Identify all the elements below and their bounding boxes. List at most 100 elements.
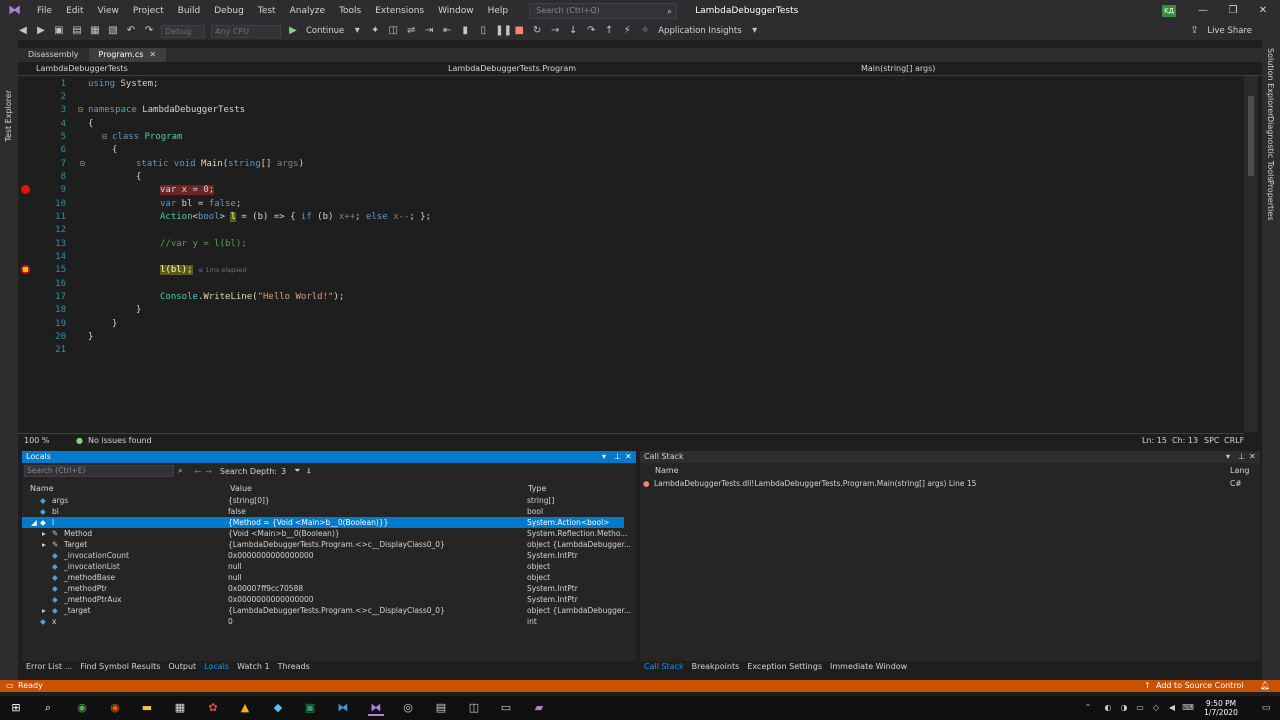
table-row[interactable]: ◆ _methodPtr 0x00007ff9cc70588 System.IntPt… [22, 583, 624, 594]
table-row[interactable]: ◆ args {string[0]} string[] [22, 495, 624, 506]
visual-studio-icon[interactable]: ⧓ [368, 700, 384, 716]
perf-tip[interactable]: ≤ 1ms elapsed [198, 266, 247, 274]
action-center-icon[interactable]: ▭ [1258, 700, 1274, 716]
project-dropdown[interactable]: LambdaDebuggerTests [36, 64, 128, 73]
forward-icon[interactable]: → [205, 467, 212, 476]
app-icon[interactable]: ▤ [433, 700, 449, 716]
menu-help[interactable]: Help [481, 0, 516, 22]
menu-project[interactable]: Project [126, 0, 171, 22]
tab-call-stack[interactable]: Call Stack [640, 660, 688, 674]
configuration-select[interactable]: Debug [161, 24, 205, 38]
current-statement-breakpoint-icon[interactable] [21, 265, 30, 274]
minimize-icon[interactable]: — [1188, 0, 1218, 22]
scrollbar-thumb[interactable] [1248, 96, 1254, 176]
table-row[interactable]: ◆ _methodBase null object [22, 572, 624, 583]
tab-breakpoints[interactable]: Breakpoints [688, 660, 744, 674]
class-dropdown[interactable]: LambdaDebuggerTests.Program [448, 64, 576, 73]
chrome-icon[interactable]: ◉ [74, 700, 90, 716]
language-icon[interactable]: ⌨ [1180, 700, 1196, 716]
search-icon[interactable]: ⌕ [178, 466, 182, 476]
tab-find-symbol-results[interactable]: Find Symbol Results [76, 660, 164, 674]
volume-icon[interactable]: ◀ [1164, 700, 1180, 716]
menu-tools[interactable]: Tools [332, 0, 368, 22]
fold-toggle-icon[interactable]: ⊟ [80, 159, 85, 168]
code-editor[interactable]: 1 2 3 4 5 6 7 8 9 10 11 12 13 14 15 16 1… [18, 76, 1244, 432]
test-explorer-tab[interactable]: Test Explorer [4, 90, 13, 142]
menu-extensions[interactable]: Extensions [368, 0, 431, 22]
calculator-icon[interactable]: ▦ [172, 700, 188, 716]
expand-icon[interactable]: ▸ [42, 528, 46, 539]
locals-search-input[interactable]: Search (Ctrl+E) [24, 465, 174, 477]
continue-button[interactable]: Continue [306, 26, 344, 36]
diagnostic-tools-tab[interactable]: Diagnostic Tools [1266, 116, 1275, 181]
column-name[interactable]: Name [30, 484, 54, 493]
app-icon[interactable]: ▰ [531, 700, 547, 716]
step-into-icon[interactable]: ↓ [567, 25, 579, 37]
window-menu-icon[interactable]: ▾ [602, 451, 606, 463]
app-insights-dropdown-icon[interactable]: ▾ [749, 25, 761, 37]
column-name[interactable]: Name [655, 466, 679, 475]
avatar[interactable]: KД [1162, 5, 1176, 17]
collapse-icon[interactable]: ◢ [31, 517, 37, 528]
issues-status[interactable]: No issues found [88, 436, 152, 445]
app-icon[interactable]: ▲ [237, 700, 253, 716]
network-icon[interactable]: ◇ [1148, 700, 1164, 716]
menu-build[interactable]: Build [171, 0, 208, 22]
application-insights-button[interactable]: Application Insights [658, 26, 741, 36]
add-to-source-control[interactable]: Add to Source Control [1156, 681, 1244, 690]
app-icon[interactable]: ◆ [270, 700, 286, 716]
tab-threads[interactable]: Threads [274, 660, 314, 674]
expand-icon[interactable]: ▸ [42, 605, 46, 616]
properties-tab[interactable]: Properties [1266, 180, 1275, 220]
step-out-icon[interactable]: ↑ [603, 25, 615, 37]
hot-reload-icon[interactable]: ⚡ [621, 25, 633, 37]
restart-icon[interactable]: ↻ [531, 25, 543, 37]
table-row[interactable]: ▸ ◆ _target {LambdaDebuggerTests.Program.<>… [22, 605, 631, 616]
sort-icon[interactable]: ⍋ [306, 466, 311, 476]
redo-icon[interactable]: ↷ [143, 25, 155, 37]
fold-toggle-icon[interactable]: ⊟ [78, 105, 83, 114]
menu-debug[interactable]: Debug [207, 0, 251, 22]
tab-disassembly[interactable]: Disassembly [18, 48, 89, 62]
fold-toggle-icon[interactable]: ⊟ [102, 132, 107, 141]
bookmark-next-icon[interactable]: ▯ [477, 25, 489, 37]
undo-icon[interactable]: ↶ [125, 25, 137, 37]
start-icon[interactable]: ⊞ [8, 700, 24, 716]
show-next-statement-icon[interactable]: → [549, 25, 561, 37]
line-ending-indicator[interactable]: CRLF [1224, 436, 1244, 445]
editor-scrollbar[interactable] [1244, 76, 1258, 432]
screenshot-icon[interactable]: ◫ [387, 25, 399, 37]
table-row[interactable]: ◆ x 0 int [22, 616, 624, 627]
close-icon[interactable]: ✕ [1248, 0, 1278, 22]
step-icon[interactable]: ⇌ [405, 25, 417, 37]
tab-output[interactable]: Output [164, 660, 200, 674]
continue-icon[interactable]: ▶ [287, 25, 299, 37]
save-all-icon[interactable]: ▧ [107, 25, 119, 37]
tab-exception-settings[interactable]: Exception Settings [743, 660, 826, 674]
tray-chevron-icon[interactable]: ⌃ [1080, 700, 1096, 716]
forward-icon[interactable]: ▶ [35, 25, 47, 37]
member-dropdown[interactable]: Main(string[] args) [861, 64, 935, 73]
search-icon[interactable]: ⌕ [40, 700, 56, 716]
menu-view[interactable]: View [91, 0, 126, 22]
column-value[interactable]: Value [230, 484, 252, 493]
menu-file[interactable]: File [30, 0, 59, 22]
menu-test[interactable]: Test [251, 0, 283, 22]
platform-select[interactable]: Any CPU [211, 24, 281, 38]
new-project-icon[interactable]: ▣ [53, 25, 65, 37]
close-tab-icon[interactable]: ✕ [149, 50, 156, 59]
pause-icon[interactable]: ❚❚ [495, 25, 512, 37]
back-icon[interactable]: ◀ [17, 25, 29, 37]
app-icon[interactable]: ▣ [302, 700, 318, 716]
tab-immediate-window[interactable]: Immediate Window [826, 660, 911, 674]
table-row[interactable]: ◆ _methodPtrAux 0x0000000000000000 System.I… [22, 594, 624, 605]
app-icon[interactable]: ◎ [400, 700, 416, 716]
column-lang[interactable]: Lang [1230, 466, 1250, 475]
vscode-icon[interactable]: ⧓ [335, 700, 351, 716]
filter-icon[interactable]: ⏷ [294, 466, 300, 476]
app-icon[interactable]: ✿ [205, 700, 221, 716]
stop-icon[interactable]: ■ [513, 25, 525, 37]
breakpoint-icon[interactable] [21, 185, 30, 194]
lightbulb-icon[interactable]: ✧ [639, 25, 651, 37]
close-panel-icon[interactable]: ✕ [1249, 451, 1256, 463]
